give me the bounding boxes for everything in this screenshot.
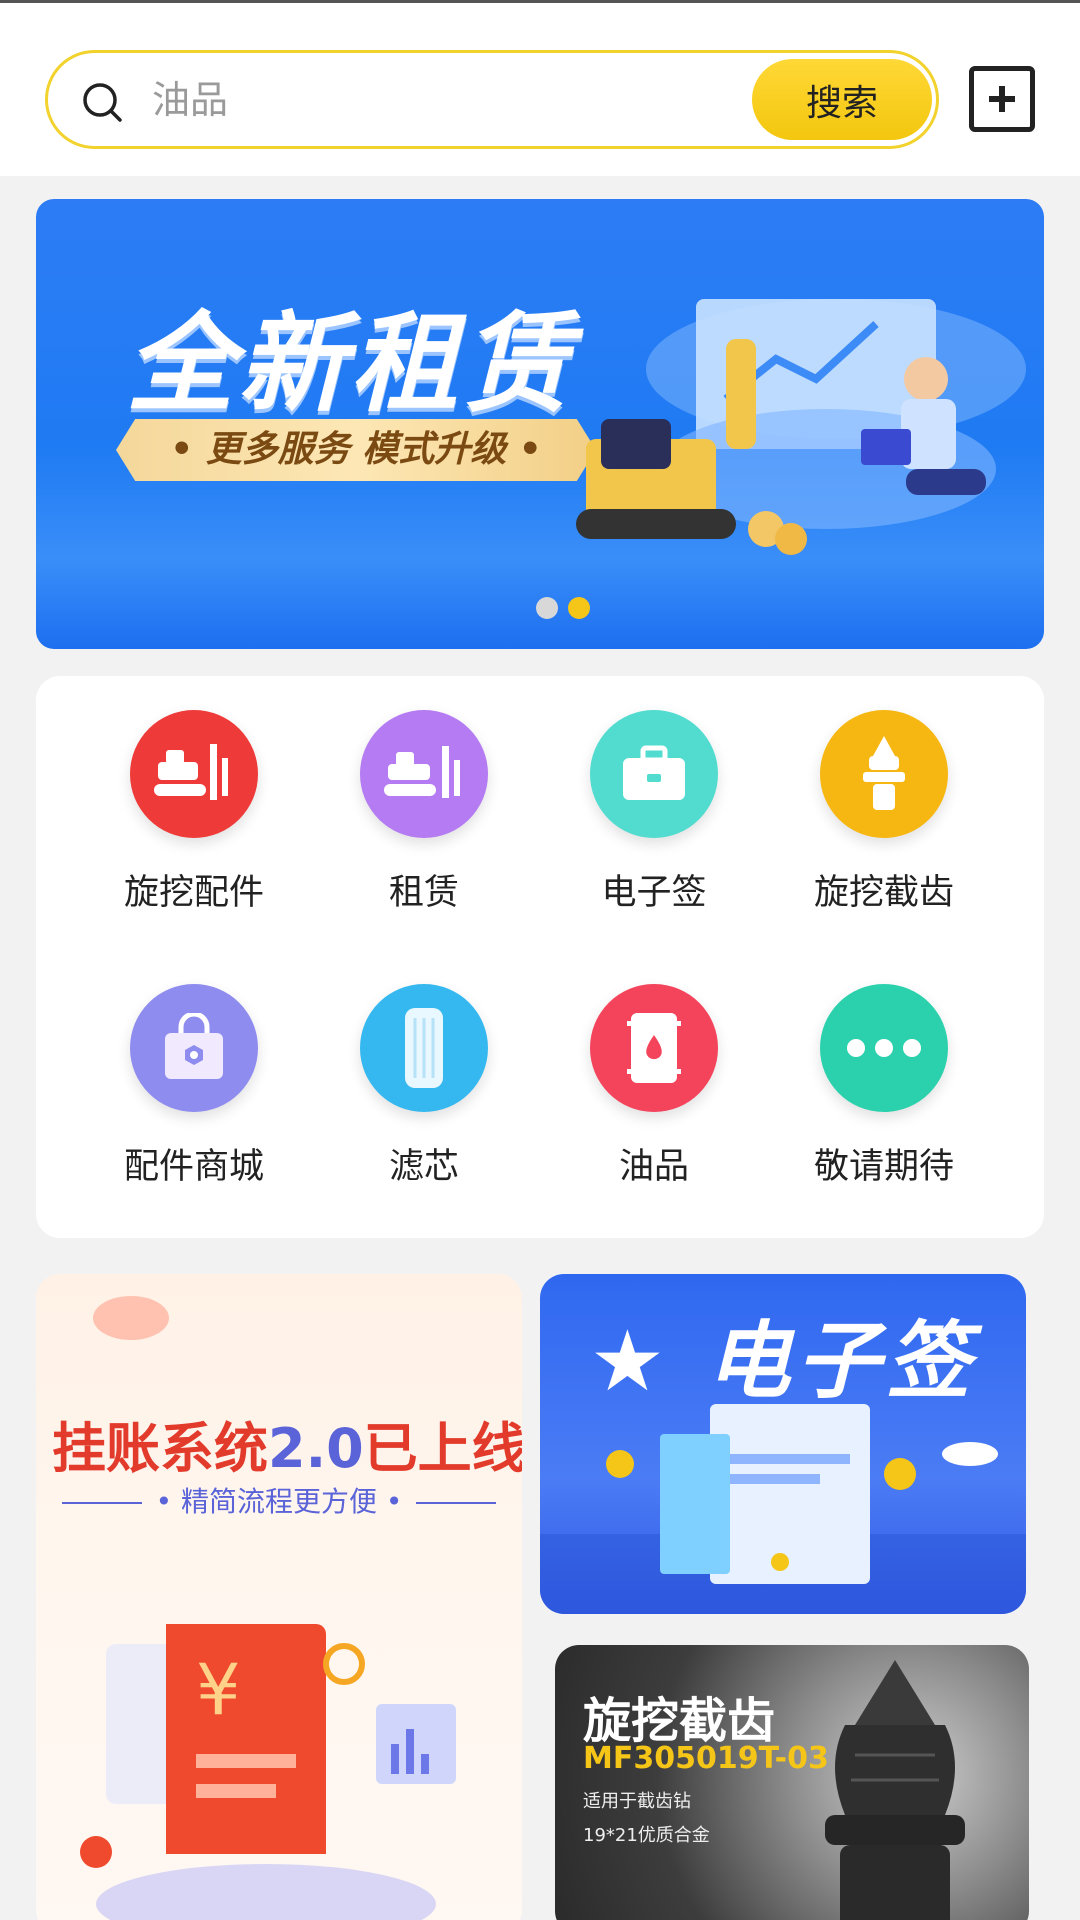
category-label: 电子签 xyxy=(601,873,707,913)
category-label: 租赁 xyxy=(388,873,459,913)
header: 搜索 xyxy=(0,3,1080,176)
briefcase-icon xyxy=(590,710,718,838)
category-item-cutting-teeth[interactable]: 旋挖截齿 xyxy=(784,710,984,915)
category-item-coming-soon[interactable]: 敬请期待 xyxy=(784,984,984,1189)
promo-cutting-teeth[interactable]: 旋挖截齿 MF305019T-03 适用于截齿钻 19*21优质合金 xyxy=(555,1645,1029,1920)
category-label: 滤芯 xyxy=(388,1147,459,1187)
category-label: 配件商城 xyxy=(123,1147,264,1187)
promo-credit-title: 挂账系统2.0已上线 xyxy=(52,1417,522,1480)
svg-text:¥: ¥ xyxy=(196,1649,241,1731)
category-item-parts-mall[interactable]: 配件商城 xyxy=(94,984,294,1189)
promo-esign[interactable]: ★ 电子签 ★ xyxy=(540,1274,1026,1614)
oil-barrel-icon xyxy=(590,984,718,1112)
add-icon[interactable] xyxy=(969,66,1035,132)
search-button[interactable]: 搜索 xyxy=(752,59,932,140)
bill-illustration: ¥ xyxy=(80,1624,456,1920)
category-item-filter[interactable]: 滤芯 xyxy=(324,984,524,1189)
search-input[interactable] xyxy=(152,69,672,131)
carousel-dot-active[interactable] xyxy=(568,597,590,619)
promo-tooth-desc-2: 19*21优质合金 xyxy=(583,1825,710,1846)
shopping-bag-icon xyxy=(130,984,258,1112)
category-label: 旋挖截齿 xyxy=(813,873,954,913)
banner-illustration xyxy=(576,299,1026,555)
banner-subtitle: • 更多服务 模式升级 • xyxy=(116,419,596,481)
banner-title: 全新租赁 xyxy=(126,302,575,427)
decor-blob xyxy=(93,1296,169,1340)
carousel-dots xyxy=(536,597,590,619)
category-item-drill-parts[interactable]: 旋挖配件 xyxy=(94,710,294,915)
promo-credit-system[interactable]: 挂账系统2.0已上线 • 精简流程更方便 • ¥ xyxy=(36,1274,522,1920)
esign-illustration xyxy=(540,1404,1026,1614)
category-item-esign[interactable]: 电子签 xyxy=(554,710,754,915)
category-label: 油品 xyxy=(618,1147,689,1187)
promo-credit-subtitle: • 精简流程更方便 • xyxy=(36,1480,522,1520)
category-label: 敬请期待 xyxy=(813,1147,954,1187)
cutting-tooth-icon xyxy=(820,710,948,838)
category-item-oil[interactable]: 油品 xyxy=(554,984,754,1189)
promo-tooth-desc-1: 适用于截齿钻 xyxy=(583,1791,691,1812)
promo-banner[interactable]: 全新租赁 • 更多服务 模式升级 • xyxy=(36,199,1044,649)
drill-rig-icon xyxy=(130,710,258,838)
filter-cartridge-icon xyxy=(360,984,488,1112)
category-item-rental[interactable]: 租赁 xyxy=(324,710,524,915)
category-label: 旋挖配件 xyxy=(123,873,264,913)
category-grid: 旋挖配件 租赁 电子签 旋挖截齿 配件商城 滤芯 油品 敬请期待 xyxy=(36,676,1044,1238)
excavator-icon xyxy=(360,710,488,838)
cutting-tooth-photo xyxy=(825,1660,965,1920)
carousel-dot[interactable] xyxy=(536,597,558,619)
promo-tooth-model: MF305019T-03 xyxy=(583,1741,829,1776)
more-icon xyxy=(820,984,948,1112)
search-bar[interactable]: 搜索 xyxy=(45,50,939,149)
search-icon xyxy=(83,83,122,122)
